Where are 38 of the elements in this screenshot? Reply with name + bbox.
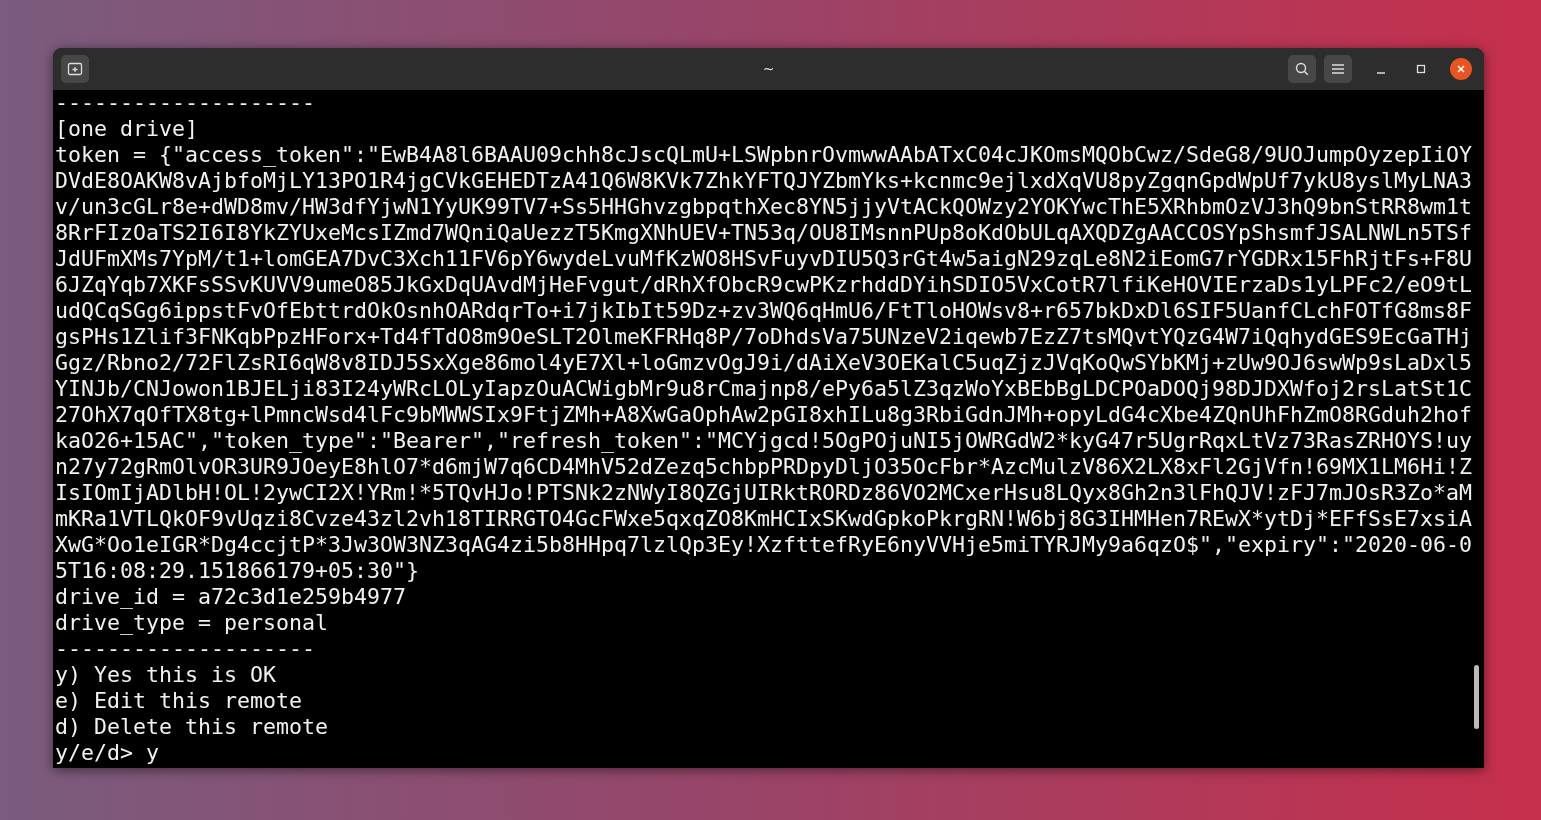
new-tab-button[interactable] — [61, 55, 89, 83]
terminal-line: drive_id = a72c3d1e259b4977 — [55, 584, 406, 610]
terminal-line: token = {"access_token":"EwB4A8l6BAAU09chh8cJscQLmU+LSWpbnrOvmwwAAbATxC04cJKOmsMQObCwz/SdeG8/9UOJumpOyzepIiOY — [55, 142, 1473, 168]
terminal-line: udQCqSGg6ippstFvOfEbttrdOkOsnhOARdqrTo+i7jkIbIt59Dz+zv3WQ6qHmU6/FtTloHOWsv8+r657bkDxDl6SIF5UanfCLchFOTfG8ms8F — [55, 298, 1473, 324]
menu-icon — [1331, 63, 1345, 75]
terminal-line: 8RrFIzOaTS2I6I8YkZYUxeMcsIZmd7WQniQaUezzT5KmgXNhUEV+TN53q/OU8IMsnnPUp8oKdObULqAXQDZgAACCOSYpShsmfJSALNWLn5TSf — [55, 220, 1473, 246]
terminal-line: -------------------- — [55, 636, 315, 662]
terminal-line: 27OhX7qOfTX8tg+lPmncWsd4lFc9bMWWSIx9FtjZMh+A8XwGaOphAw2pGI8xhILu8g3RbiGdnJMh+opyLdG4cXbe4ZQnUhFhZmO8RGduh2hof — [55, 402, 1473, 428]
terminal-line: IsIOmIjADlbH!OL!2ywCI2X!YRm!*5TQvHJo!PTSNk2zNWyI8QZGjUIRktRORDz86VO2MCxerHsu8LQyx8Gh2n3lFhQJV!zFJ7mJOsR3Zo*aM — [55, 480, 1473, 506]
terminal-line: 6JZqYqb7XKFsSSvKUVV9umeO85JkGxDqUAvdMjHeFvgut/dRhXfObcR9cwPKzrhddDYihSDIO5VxCotR7lfiKeHOVIErzaDs1yLPFc2/eO9tL — [55, 272, 1473, 298]
search-button[interactable] — [1288, 55, 1316, 83]
terminal-line: gsPHs1Zlif3FNKqbPpzHForx+Td4fTdO8m9OeSLT2OlmeKFRHq8P/7oDhdsVa75UNzeV2iqewb7EzZ7tsMQvtYQzG4W7iQqhydGES9EcGaTHj — [55, 324, 1473, 350]
terminal-line: 5T16:08:29.151866179+05:30"} — [55, 558, 419, 584]
terminal-line: YINJb/CNJowon1BJELji83I24yWRcLOLyIapzOuACWigbMr9u8rCmajnp8/ePy6a5lZ3qzWoYxBEbBgLDCPOaDOQj98DJDXWfoj2rsLatSt1C — [55, 376, 1473, 402]
terminal-line: drive_type = personal — [55, 610, 328, 636]
terminal-line: e) Edit this remote — [55, 688, 302, 714]
terminal-line: d) Delete this remote — [55, 714, 328, 740]
menu-button[interactable] — [1324, 55, 1352, 83]
terminal-line: y/e/d> y — [55, 740, 159, 766]
close-icon — [1456, 64, 1466, 74]
search-icon — [1294, 61, 1310, 77]
terminal-line: [one drive] — [55, 116, 198, 142]
terminal-line: y) Yes this is OK — [55, 662, 276, 688]
terminal-line: XwG*Oo1eIGR*Dg4ccjtP*3Jw3OW3NZ3qAG4zi5b8HHpq7lzlQp3Ey!XzfttefRyE6nyVVHje5miTYRJMy9a6qzO$","expiry":"2020-06-0 — [55, 532, 1473, 558]
terminal-line: -------------------- — [55, 90, 315, 116]
maximize-icon — [1416, 64, 1426, 74]
terminal-line: Ggz/Rbno2/72FlZsRI6qW8v8IDJ5SxXge86mol4yE7Xl+loGmzvOgJ9i/dAiXeV3OEKalC5uqZjzJVqKoQwSYbKMj+zUw9OJ6swWp9sLaDxl5 — [55, 350, 1473, 376]
terminal-line: kaO26+15AC","token_type":"Bearer","refresh_token":"MCYjgcd!5OgPOjuNI5jOWRGdW2*kyG47r5UgrRqxLtVz73RasZRHOYS!uy — [55, 428, 1473, 454]
terminal-line: JdUFmXMs7YpM/t1+lomGEA7DvC3Xch11FV6pY6wydeLvuMfKzWO8HSvFuyvDIU5Q3rGt4w5aigN29zqLe8N2iEomG7rYGDRx15FhRjtFs+F8U — [55, 246, 1473, 272]
window-title: ~ — [761, 61, 776, 77]
terminal-line: mKRa1VTLQkOF9vUqzi8Cvze43zl2vh18TIRRGTO4GcFWxe5qxqZO8KmHCIxSKwdGpkoPkrgRN!W6bj8G3IHMHen7REwX*ytDj*EFfSsE7xsiA — [55, 506, 1473, 532]
new-tab-icon — [67, 61, 83, 77]
close-button[interactable] — [1450, 58, 1472, 80]
terminal-line: DVdE8OAKW8vAjbfoMjLY13PO1R4jgCVkGEHEDTzA41Q6W8KVk7ZhkYFTQJYZbmYks+kcnmc9ejlxdXqVU8pyZgqnGpdWpUf7ykU8yslMyLNA3 — [55, 168, 1473, 194]
terminal-line: n27y72gRmOlvOR3UR9JOeyE8hlO7*d6mjW7q6CD4MhV52dZezq5chbpPRDpyDljO35OcFbr*AzcMulzV86X2LX8xFl2GjVfn!69MX1LM6Hi!Z — [55, 454, 1473, 480]
minimize-icon — [1377, 72, 1385, 74]
terminal-line: v/un3cGLr8e+dWD8mv/HW3dfYjwN1YyUK99TV7+Ss5HHGhvzgbpqthXec8YN5jjyVtACkQOWzy2YOKYwcThE5XRhbmOzVJ3hQ9bnStRR8wm1t — [55, 194, 1473, 220]
scrollbar[interactable] — [1474, 665, 1479, 729]
